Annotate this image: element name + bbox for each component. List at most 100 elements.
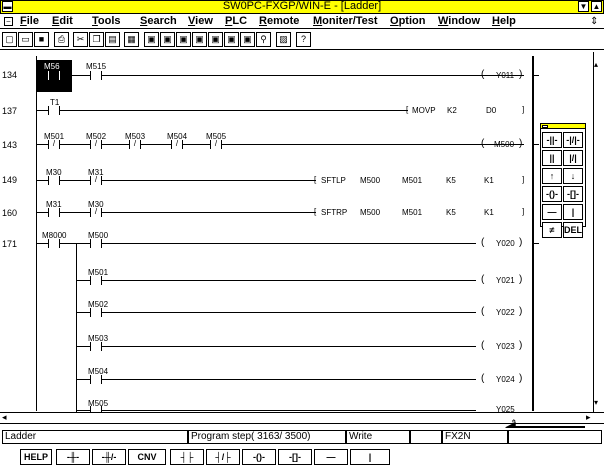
- branch-wire: [76, 243, 77, 413]
- menu-tools[interactable]: Tools: [92, 15, 121, 28]
- no-contact-icon[interactable]: [90, 239, 102, 248]
- coil-close-paren: ): [519, 237, 523, 248]
- palette-hline-icon[interactable]: —: [542, 204, 562, 220]
- paste-icon[interactable]: ▤: [105, 32, 120, 47]
- menu-edit[interactable]: Edit: [52, 15, 73, 28]
- no-contact-icon[interactable]: [90, 71, 102, 80]
- menu-file[interactable]: File: [20, 15, 39, 28]
- coil-label: Y020: [496, 239, 515, 248]
- fkey-parallel-icon[interactable]: ┤├: [170, 449, 204, 465]
- print-icon[interactable]: ⎙: [54, 32, 69, 47]
- contact-label: M515: [86, 62, 107, 71]
- fkey-nc-contact-icon[interactable]: -╫/-: [92, 449, 126, 465]
- palette-instruction-icon[interactable]: -[]-: [563, 186, 583, 202]
- contact-label: M56: [44, 62, 60, 71]
- fkey-help[interactable]: HELP: [20, 449, 52, 465]
- nc-contact-icon[interactable]: /: [90, 176, 102, 185]
- rung-wire: [36, 75, 524, 76]
- palette-close-icon[interactable]: [542, 125, 548, 128]
- rung-wire: [36, 243, 476, 244]
- nc-contact-icon[interactable]: /: [171, 140, 183, 149]
- vertical-scrollbar[interactable]: [593, 52, 604, 412]
- palette-parallel-nc-icon[interactable]: |/|: [563, 150, 583, 166]
- help-question-icon[interactable]: ?: [296, 32, 311, 47]
- coil-close-paren: ): [519, 373, 523, 384]
- palette-pulse-icon[interactable]: ↑: [542, 168, 562, 184]
- new-file-icon[interactable]: ▢: [2, 32, 17, 47]
- no-contact-icon[interactable]: [90, 342, 102, 351]
- view-icon-4[interactable]: ▣: [192, 32, 207, 47]
- fkey-convert[interactable]: CNV: [128, 449, 166, 465]
- palette-parallel-no-icon[interactable]: ||: [542, 150, 562, 166]
- palette-nc-contact-icon[interactable]: -|/|-: [563, 132, 583, 148]
- nc-contact-icon[interactable]: /: [48, 140, 60, 149]
- minimize-icon[interactable]: ▼: [578, 1, 589, 12]
- print-preview-icon[interactable]: ▦: [124, 32, 139, 47]
- fkey-coil-icon[interactable]: -()-: [242, 449, 276, 465]
- nc-contact-icon[interactable]: /: [210, 140, 222, 149]
- menu-help[interactable]: Help: [492, 15, 516, 28]
- right-power-rail: [532, 56, 534, 411]
- no-contact-icon[interactable]: [90, 308, 102, 317]
- menu-view[interactable]: View: [188, 15, 213, 28]
- view-icon-5[interactable]: ▣: [208, 32, 223, 47]
- view-icon-3[interactable]: ▣: [176, 32, 191, 47]
- palette-coil-icon[interactable]: -()-: [542, 186, 562, 202]
- fkey-vline-icon[interactable]: |: [350, 449, 390, 465]
- instr-bracket: ]: [522, 105, 525, 114]
- menu-plc[interactable]: PLC: [225, 15, 247, 28]
- menu-remote[interactable]: Remote: [259, 15, 299, 28]
- fkey-hline-icon[interactable]: —: [314, 449, 348, 465]
- palette-invert-icon[interactable]: ≠: [542, 222, 562, 238]
- coil-label: M500: [494, 140, 515, 149]
- document-control-icon[interactable]: ‒: [4, 17, 13, 26]
- cut-icon[interactable]: ✂: [73, 32, 88, 47]
- nc-contact-icon[interactable]: /: [90, 140, 102, 149]
- save-icon[interactable]: ■: [34, 32, 49, 47]
- fkey-instruction-icon[interactable]: -[]-: [278, 449, 312, 465]
- no-contact-icon[interactable]: [48, 208, 60, 217]
- coil-open-paren: (: [481, 373, 485, 384]
- copy-icon[interactable]: ❐: [89, 32, 104, 47]
- no-contact-icon[interactable]: [48, 176, 60, 185]
- fkey-no-contact-icon[interactable]: -╫-: [56, 449, 90, 465]
- coil-label: Y021: [496, 276, 515, 285]
- scroll-left-icon[interactable]: ◂: [2, 412, 7, 423]
- view-icon-1[interactable]: ▣: [144, 32, 159, 47]
- restore-icon[interactable]: ⇕: [590, 16, 598, 27]
- menu-search[interactable]: Search: [140, 15, 177, 28]
- zoom-icon[interactable]: ▨: [276, 32, 291, 47]
- scroll-down-icon[interactable]: ▾: [594, 398, 598, 407]
- view-icon-7[interactable]: ▣: [240, 32, 255, 47]
- no-contact-icon[interactable]: [48, 71, 60, 80]
- rail-stub: [533, 243, 539, 244]
- view-icon-6[interactable]: ▣: [224, 32, 239, 47]
- instr-bracket: ]: [522, 207, 525, 216]
- instr-op: MOVP: [412, 106, 436, 115]
- scroll-right-icon[interactable]: ▸: [586, 412, 591, 423]
- fkey-parallel-nc-icon[interactable]: ┤/├: [206, 449, 240, 465]
- no-contact-icon[interactable]: [90, 276, 102, 285]
- palette-vline-icon[interactable]: |: [563, 204, 583, 220]
- palette-no-contact-icon[interactable]: -||-: [542, 132, 562, 148]
- maximize-icon[interactable]: ▲: [591, 1, 602, 12]
- nc-contact-icon[interactable]: /: [90, 208, 102, 217]
- view-icon-2[interactable]: ▣: [160, 32, 175, 47]
- scroll-up-icon[interactable]: ▴: [594, 60, 598, 69]
- no-contact-icon[interactable]: [48, 106, 60, 115]
- instr-operand: M501: [402, 208, 423, 217]
- nc-contact-icon[interactable]: /: [129, 140, 141, 149]
- binoculars-icon[interactable]: ⚲: [256, 32, 271, 47]
- coil-open-paren: (: [481, 138, 485, 149]
- rung-wire: [76, 280, 476, 281]
- rung-wire: [36, 110, 408, 111]
- no-contact-icon[interactable]: [48, 239, 60, 248]
- menu-window[interactable]: Window: [438, 15, 480, 28]
- instr-operand: K1: [484, 208, 494, 217]
- menu-option[interactable]: Option: [390, 15, 425, 28]
- open-file-icon[interactable]: ▭: [18, 32, 33, 47]
- palette-pulse-fall-icon[interactable]: ↓: [563, 168, 583, 184]
- palette-delete-icon[interactable]: DEL: [563, 222, 583, 238]
- no-contact-icon[interactable]: [90, 375, 102, 384]
- menu-monitor-test[interactable]: Moniter/Test: [313, 15, 378, 28]
